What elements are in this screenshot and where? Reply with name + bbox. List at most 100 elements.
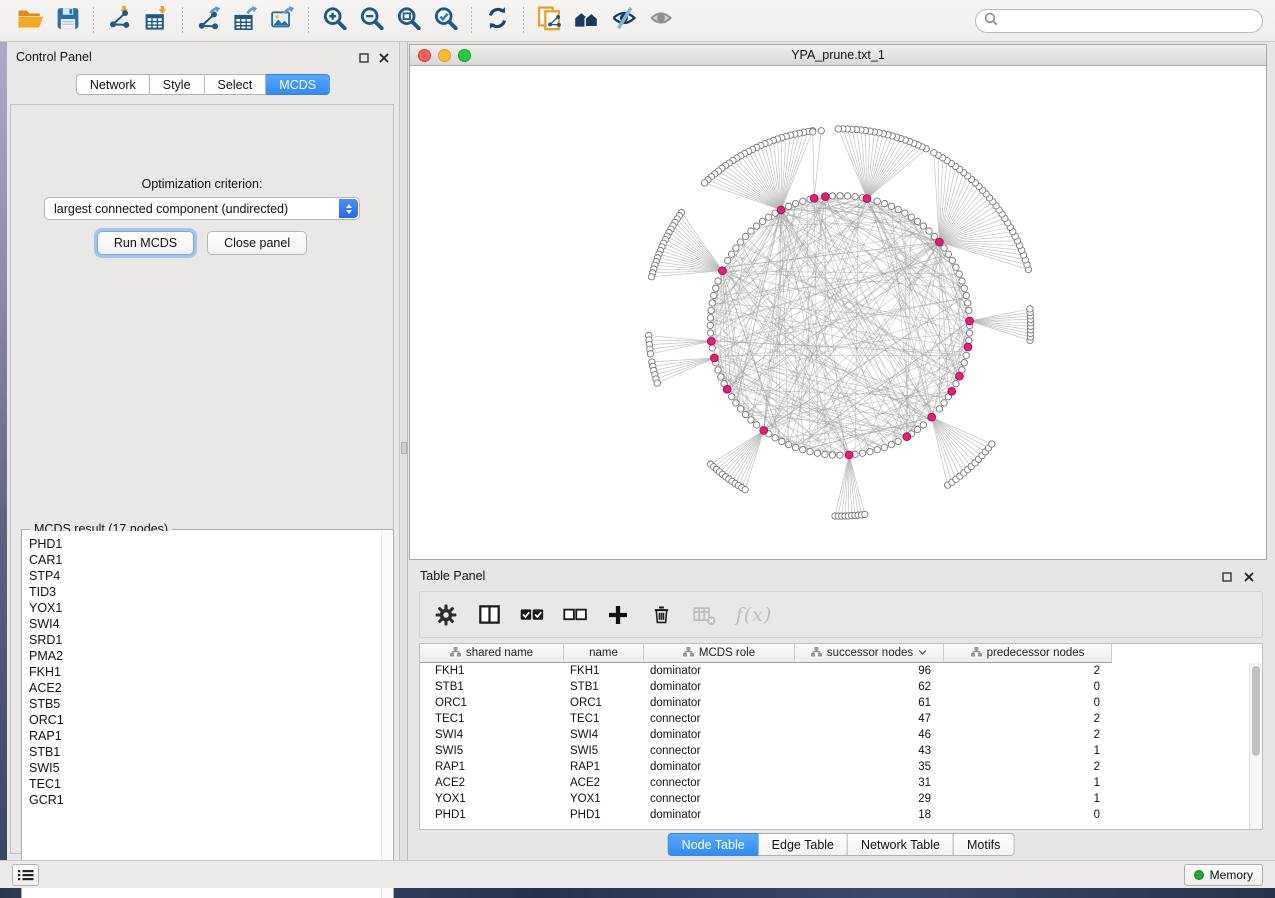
table-row[interactable]: STB1STB1dominator620 xyxy=(420,679,1262,695)
table-row[interactable]: ACE2ACE2connector311 xyxy=(420,775,1262,791)
table-close-panel-icon[interactable] xyxy=(1242,570,1256,583)
import-network-button[interactable] xyxy=(101,5,138,37)
control-panel: Control Panel NetworkStyleSelectMCDS Opt… xyxy=(7,42,400,860)
tab-mcds[interactable]: MCDS xyxy=(266,74,330,95)
toolbar-buttons xyxy=(12,5,679,37)
main-toolbar xyxy=(0,0,1275,42)
maximize-window-icon[interactable] xyxy=(458,49,471,62)
tab-style[interactable]: Style xyxy=(150,74,205,95)
network-graph-canvas[interactable] xyxy=(410,66,1266,559)
cell-MCDS-role: dominator xyxy=(644,679,795,695)
column-header-name[interactable]: name xyxy=(564,644,644,663)
table-scrollbar-thumb[interactable] xyxy=(1252,666,1260,756)
apply-preferred-layout-button[interactable] xyxy=(479,5,516,37)
cell-predecessor-nodes: 1 xyxy=(944,775,1112,791)
column-header-successor-nodes[interactable]: successor nodes xyxy=(795,644,944,663)
mcds-result-list[interactable]: PHD1CAR1STP4TID3YOX1SWI4SRD1PMA2FKH1ACE2… xyxy=(23,531,381,898)
mcds-result-item: GCR1 xyxy=(29,792,381,808)
run-mcds-button[interactable]: Run MCDS xyxy=(97,231,194,255)
table-row[interactable]: TEC1TEC1connector472 xyxy=(420,711,1262,727)
search-icon xyxy=(984,12,998,31)
import-network-icon xyxy=(107,6,132,35)
export-image-icon xyxy=(270,6,296,35)
panel-toggle-button[interactable] xyxy=(12,864,39,886)
export-image-button[interactable] xyxy=(264,5,301,37)
column-header-predecessor-nodes[interactable]: predecessor nodes xyxy=(944,644,1112,663)
zoom-out-button[interactable] xyxy=(353,5,390,37)
cell-successor-nodes: 35 xyxy=(795,759,944,775)
network-graph[interactable] xyxy=(410,66,1266,559)
open-session-button[interactable] xyxy=(12,5,49,37)
open-session-icon xyxy=(17,7,44,35)
import-table-button[interactable] xyxy=(138,5,175,37)
save-session-button[interactable] xyxy=(49,5,86,37)
add-column-icon[interactable] xyxy=(606,603,630,627)
table-scrollbar[interactable] xyxy=(1249,663,1262,829)
zoom-fit-button[interactable] xyxy=(390,5,427,37)
cell-shared-name: RAP1 xyxy=(420,759,564,775)
cell-name: SWI5 xyxy=(564,743,644,759)
splitter-grip[interactable] xyxy=(401,442,407,454)
mcds-list-scrollbar[interactable] xyxy=(381,531,392,898)
show-all-button[interactable] xyxy=(642,5,679,37)
table-row[interactable]: RAP1RAP1dominator352 xyxy=(420,759,1262,775)
select-all-rows-icon[interactable] xyxy=(520,603,544,627)
table-row[interactable]: PHD1PHD1dominator180 xyxy=(420,807,1262,823)
table-float-panel-icon[interactable] xyxy=(1220,570,1234,583)
tab-select[interactable]: Select xyxy=(205,74,267,95)
cell-predecessor-nodes: 0 xyxy=(944,807,1112,823)
first-neighbors-icon xyxy=(573,7,600,34)
hide-selected-icon xyxy=(611,6,637,35)
duplicate-network-button[interactable] xyxy=(531,5,568,37)
first-neighbors-button[interactable] xyxy=(568,5,605,37)
close-window-icon[interactable] xyxy=(418,49,431,62)
mcds-result-item: STP4 xyxy=(29,568,381,584)
export-table-button[interactable] xyxy=(227,5,264,37)
split-view-icon[interactable] xyxy=(477,603,501,627)
float-panel-icon[interactable] xyxy=(357,51,371,64)
show-all-icon xyxy=(648,7,674,34)
cell-name: RAP1 xyxy=(564,759,644,775)
search-input[interactable] xyxy=(1003,12,1262,30)
delete-column-icon[interactable] xyxy=(649,603,673,627)
table-row[interactable]: ORC1ORC1dominator610 xyxy=(420,695,1262,711)
tab-node-table[interactable]: Node Table xyxy=(668,833,759,856)
duplicate-network-icon xyxy=(537,6,563,36)
table-row[interactable]: SWI5SWI5connector431 xyxy=(420,743,1262,759)
zoom-in-button[interactable] xyxy=(316,5,353,37)
table-row[interactable]: YOX1YOX1connector291 xyxy=(420,791,1262,807)
minimize-window-icon[interactable] xyxy=(438,49,451,62)
column-header-shared-name[interactable]: shared name xyxy=(420,644,564,663)
delete-table-icon xyxy=(692,603,716,627)
search-box[interactable] xyxy=(975,9,1263,33)
zoom-selected-button[interactable] xyxy=(427,5,464,37)
export-network-button[interactable] xyxy=(190,5,227,37)
close-panel-button[interactable]: Close panel xyxy=(207,231,307,255)
tab-edge-table[interactable]: Edge Table xyxy=(759,833,848,856)
control-panel-tabs: NetworkStyleSelectMCDS xyxy=(76,74,330,95)
network-window-titlebar[interactable]: YPA_prune.txt_1 xyxy=(410,45,1266,66)
wallpaper-left-strip xyxy=(0,42,7,860)
mcds-result-item: ACE2 xyxy=(29,680,381,696)
mcds-result-group: MCDS result (17 nodes) PHD1CAR1STP4TID3Y… xyxy=(21,529,394,898)
save-session-icon xyxy=(56,7,80,35)
cell-shared-name: SWI5 xyxy=(420,743,564,759)
cell-name: SWI4 xyxy=(564,727,644,743)
close-panel-icon[interactable] xyxy=(377,51,391,64)
cell-MCDS-role: dominator xyxy=(644,695,795,711)
panel-splitter[interactable] xyxy=(400,42,408,860)
cell-shared-name: ORC1 xyxy=(420,695,564,711)
column-settings-gear-icon[interactable] xyxy=(434,603,458,627)
tab-motifs[interactable]: Motifs xyxy=(954,833,1014,856)
deselect-all-rows-icon[interactable] xyxy=(563,603,587,627)
tab-network-table[interactable]: Network Table xyxy=(848,833,954,856)
tab-network[interactable]: Network xyxy=(76,74,150,95)
table-row[interactable]: FKH1FKH1dominator962 xyxy=(420,663,1262,679)
table-row[interactable]: SWI4SWI4dominator462 xyxy=(420,727,1262,743)
column-header-MCDS-role[interactable]: MCDS role xyxy=(644,644,795,663)
memory-button[interactable]: Memory xyxy=(1184,864,1263,886)
criterion-dropdown[interactable]: largest connected component (undirected) xyxy=(44,197,360,220)
zoom-fit-icon xyxy=(396,6,421,35)
hide-selected-button[interactable] xyxy=(605,5,642,37)
mcds-tab-content: Optimization criterion: largest connecte… xyxy=(10,104,394,854)
